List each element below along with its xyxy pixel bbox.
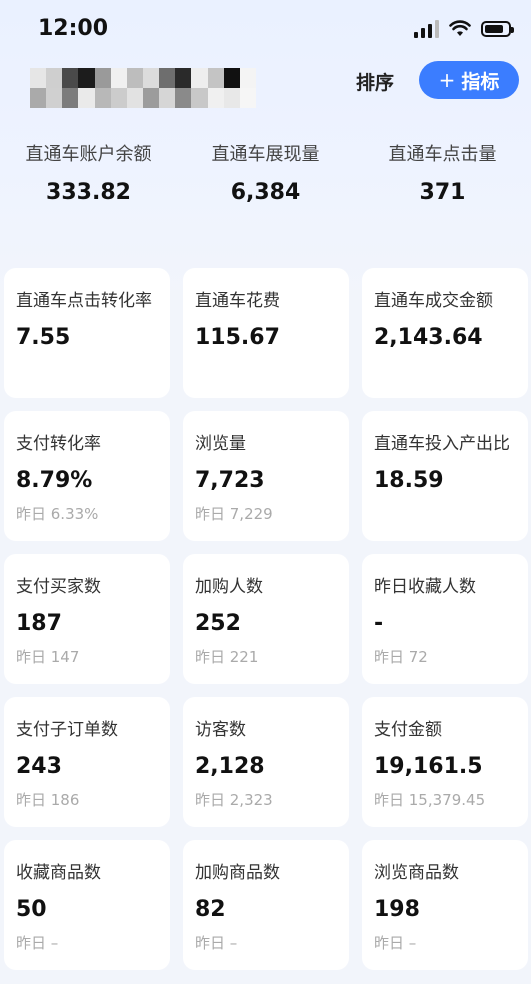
summary-label: 直通车展现量 [211,144,320,165]
sort-button[interactable]: 排序 [356,68,394,95]
metric-value: 2,143.64 [374,325,483,350]
metric-yesterday: 昨日 2,323 [195,791,273,809]
metric-label: 直通车投入产出比 [374,434,510,454]
metric-label: 浏览商品数 [374,863,459,883]
metric-label: 直通车点击转化率 [16,291,152,311]
metric-label: 支付金额 [374,720,442,740]
metric-card[interactable]: 浏览量 7,723 昨日 7,229 [183,411,349,541]
metric-card[interactable]: 加购商品数 82 昨日 – [183,840,349,970]
top-toolbar: 排序 + 指标 [0,60,531,110]
metric-yesterday: 昨日 15,379.45 [374,791,486,809]
wifi-icon [449,20,471,36]
add-metric-label: 指标 [461,70,500,93]
metric-label: 收藏商品数 [16,863,101,883]
add-metric-button[interactable]: + 指标 [419,61,519,99]
metric-value: 2,128 [195,754,265,779]
metric-value: 187 [16,611,62,636]
metric-value: 82 [195,897,226,922]
metric-value: 243 [16,754,62,779]
summary-item[interactable]: 直通车展现量 6,384 [177,140,354,220]
metric-value: 252 [195,611,241,636]
metric-yesterday: 昨日 – [195,934,238,952]
summary-label: 直通车点击量 [388,144,497,165]
metric-label: 加购人数 [195,577,263,597]
metric-card[interactable]: 访客数 2,128 昨日 2,323 [183,697,349,827]
summary-value: 333.82 [46,180,131,205]
metric-yesterday: 昨日 147 [16,648,80,666]
summary-label: 直通车账户余额 [25,144,152,165]
status-icons [414,20,514,38]
metric-label: 支付转化率 [16,434,101,454]
summary-item[interactable]: 直通车账户余额 333.82 [0,140,177,220]
metric-value: 19,161.5 [374,754,483,779]
metric-yesterday: 昨日 6.33% [16,505,99,523]
metric-yesterday: 昨日 221 [195,648,259,666]
metric-value: 18.59 [374,468,444,493]
signal-icon [414,20,439,38]
metric-value: 7.55 [16,325,71,350]
summary-item[interactable]: 直通车点击量 371 [354,140,531,220]
metric-card[interactable]: 支付子订单数 243 昨日 186 [4,697,170,827]
metric-card[interactable]: 昨日收藏人数 - 昨日 72 [362,554,528,684]
metric-yesterday: 昨日 186 [16,791,80,809]
metric-value: 50 [16,897,47,922]
metric-card[interactable]: 直通车花费 115.67 [183,268,349,398]
metric-yesterday: 昨日 – [16,934,59,952]
metric-card[interactable]: 直通车投入产出比 18.59 [362,411,528,541]
metric-value: 8.79% [16,468,93,493]
metric-label: 访客数 [195,720,246,740]
metric-label: 直通车花费 [195,291,280,311]
metric-value: 198 [374,897,420,922]
shop-name-pixelated[interactable] [30,68,256,108]
metric-card[interactable]: 直通车成交金额 2,143.64 [362,268,528,398]
metric-label: 昨日收藏人数 [374,577,476,597]
metric-yesterday: 昨日 – [374,934,417,952]
metric-label: 支付子订单数 [16,720,118,740]
metric-label: 浏览量 [195,434,246,454]
metric-card[interactable]: 加购人数 252 昨日 221 [183,554,349,684]
metric-label: 加购商品数 [195,863,280,883]
metric-card[interactable]: 直通车点击转化率 7.55 [4,268,170,398]
metric-card[interactable]: 收藏商品数 50 昨日 – [4,840,170,970]
summary-value: 371 [419,180,466,205]
metric-card[interactable]: 支付金额 19,161.5 昨日 15,379.45 [362,697,528,827]
metric-label: 支付买家数 [16,577,101,597]
plus-icon: + [438,68,456,92]
metric-card[interactable]: 浏览商品数 198 昨日 – [362,840,528,970]
summary-row: 直通车账户余额 333.82 直通车展现量 6,384 直通车点击量 371 [0,140,531,220]
status-time: 12:00 [38,16,109,41]
summary-value: 6,384 [230,180,301,205]
metric-label: 直通车成交金额 [374,291,493,311]
metric-yesterday: 昨日 72 [374,648,428,666]
battery-icon [481,21,514,37]
metric-value: 7,723 [195,468,265,493]
metric-yesterday: 昨日 7,229 [195,505,273,523]
metric-card[interactable]: 支付转化率 8.79% 昨日 6.33% [4,411,170,541]
metric-value: 115.67 [195,325,280,350]
metric-value: - [374,611,384,636]
metric-card[interactable]: 支付买家数 187 昨日 147 [4,554,170,684]
status-bar: 12:00 [0,0,531,60]
